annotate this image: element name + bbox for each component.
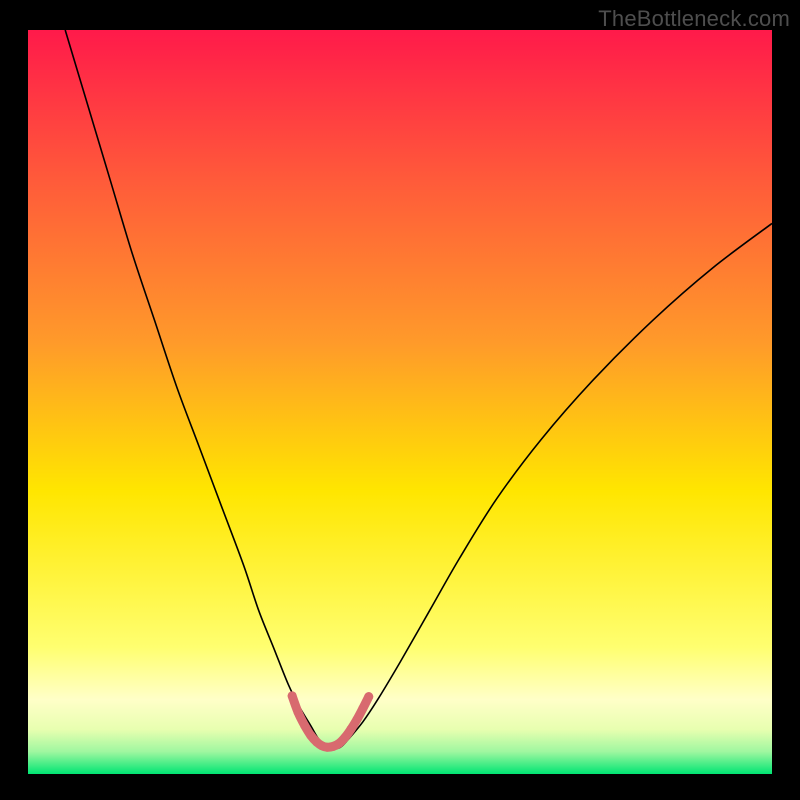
- chart-svg: [28, 30, 772, 774]
- sweet-spot-marker-bead: [340, 733, 349, 742]
- bottleneck-chart: [28, 30, 772, 774]
- sweet-spot-marker-bead: [306, 731, 315, 740]
- sweet-spot-marker-bead: [300, 721, 309, 730]
- sweet-spot-marker-bead: [364, 692, 373, 701]
- chart-frame: TheBottleneck.com: [0, 0, 800, 800]
- sweet-spot-marker-bead: [288, 691, 297, 700]
- sweet-spot-marker-bead: [346, 725, 355, 734]
- sweet-spot-marker-bead: [358, 704, 367, 713]
- sweet-spot-marker-bead: [352, 715, 361, 724]
- watermark-text: TheBottleneck.com: [598, 6, 790, 32]
- sweet-spot-marker-bead: [294, 708, 303, 717]
